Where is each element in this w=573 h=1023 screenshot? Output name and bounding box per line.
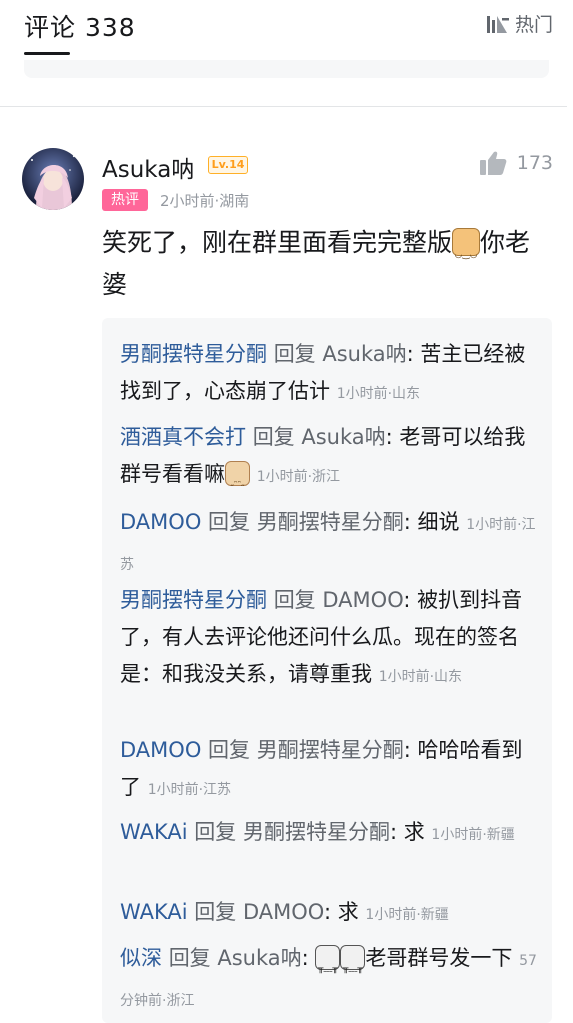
reply-word: 回复 xyxy=(208,738,251,762)
hot-comment-badge: 热评 xyxy=(102,189,148,211)
reply-target[interactable]: 男酮摆特星分酮 xyxy=(257,510,404,534)
crying-face-emoji xyxy=(315,945,341,988)
reply-target[interactable]: DAMOO xyxy=(243,900,324,924)
reply-username[interactable]: DAMOO xyxy=(120,738,201,762)
reply-username[interactable]: 男酮摆特星分酮 xyxy=(120,342,267,366)
level-badge: Lv.14 xyxy=(208,156,248,174)
reply-text: 老哥群号发一下 xyxy=(365,946,513,970)
tab-underline xyxy=(24,52,70,55)
sort-label: 热门 xyxy=(514,14,553,36)
reply-item[interactable]: 男酮摆特星分酮 回复 Asuka呐: 苦主已经被找到了，心态崩了估计 1小时前·… xyxy=(120,336,538,413)
reply-word: 回复 xyxy=(208,510,251,534)
reply-text: : 细说 xyxy=(403,510,460,534)
comment-text-1: 笑死了，刚在群里面看完完整版 xyxy=(102,228,453,257)
thumbs-up-icon xyxy=(479,151,507,175)
avatar[interactable] xyxy=(22,148,84,210)
reply-word: 回复 xyxy=(273,588,316,612)
previous-comment-edge xyxy=(24,60,549,78)
comment-username[interactable]: Asuka呐 xyxy=(102,150,194,184)
sort-bars-icon xyxy=(486,15,509,33)
reply-word: 回复 xyxy=(273,342,316,366)
reply-item[interactable]: WAKAi 回复 男酮摆特星分酮: 求 1小时前·新疆 xyxy=(120,814,538,854)
reply-text: : 求 xyxy=(389,820,425,844)
comment-meta: 2小时前·湖南 xyxy=(160,192,250,210)
reply-target[interactable]: DAMOO xyxy=(322,588,403,612)
reply-username[interactable]: 似深 xyxy=(120,946,162,970)
reply-meta: 1小时前·山东 xyxy=(336,386,421,402)
reply-meta: 1小时前·新疆 xyxy=(365,907,449,923)
comment-divider xyxy=(0,106,573,107)
reply-text: : 求 xyxy=(323,900,359,924)
reply-target[interactable]: Asuka呐 xyxy=(322,342,406,366)
screen-edge xyxy=(567,0,573,1023)
reply-target[interactable]: 男酮摆特星分酮 xyxy=(257,738,404,762)
reply-text-prefix: : xyxy=(301,946,309,970)
reply-item[interactable]: 酒酒真不会打 回复 Asuka呐: 老哥可以给我群号看看嘛 1小时前·浙江 xyxy=(120,419,538,504)
reply-word: 回复 xyxy=(194,900,237,924)
crying-face-emoji xyxy=(340,945,366,988)
reply-username[interactable]: DAMOO xyxy=(120,510,201,534)
comment-content: 笑死了，刚在群里面看完完整版你老婆 xyxy=(102,222,554,306)
comment-count-title: 评论 338 xyxy=(24,13,136,42)
like-count: 173 xyxy=(516,152,553,174)
reply-list: 男酮摆特星分酮 回复 Asuka呐: 苦主已经被找到了，心态崩了估计 1小时前·… xyxy=(102,318,552,1023)
reply-item[interactable]: DAMOO 回复 男酮摆特星分酮: 细说 1小时前·江苏 xyxy=(120,504,538,584)
reply-item[interactable]: WAKAi 回复 DAMOO: 求 1小时前·新疆 xyxy=(120,894,538,934)
reply-word: 回复 xyxy=(194,820,237,844)
cat-face-emoji xyxy=(452,228,481,276)
reply-target[interactable]: Asuka呐 xyxy=(217,946,301,970)
reply-meta: 1小时前·山东 xyxy=(378,669,463,685)
comment-header: 评论 338 热门 xyxy=(0,0,573,80)
reply-item[interactable]: 似深 回复 Asuka呐: 老哥群号发一下 57分钟前·浙江 xyxy=(120,940,538,1020)
reply-word: 回复 xyxy=(168,946,211,970)
reply-meta: 1小时前·浙江 xyxy=(256,469,341,485)
reply-word: 回复 xyxy=(252,425,295,449)
cow-face-emoji xyxy=(225,461,250,504)
reply-meta: 1小时前·江苏 xyxy=(147,782,232,798)
reply-item[interactable]: DAMOO 回复 男酮摆特星分酮: 哈哈哈看到了 1小时前·江苏 xyxy=(120,732,538,809)
reply-username[interactable]: WAKAi xyxy=(120,900,188,924)
sort-hot-button[interactable]: 热门 xyxy=(485,10,553,37)
reply-username[interactable]: 男酮摆特星分酮 xyxy=(120,588,267,612)
reply-username[interactable]: 酒酒真不会打 xyxy=(120,425,246,449)
reply-username[interactable]: WAKAi xyxy=(120,820,188,844)
like-button[interactable]: 173 xyxy=(479,150,553,176)
reply-target[interactable]: Asuka呐 xyxy=(301,425,385,449)
reply-meta: 1小时前·新疆 xyxy=(431,827,515,843)
reply-target[interactable]: 男酮摆特星分酮 xyxy=(243,820,390,844)
reply-item[interactable]: 男酮摆特星分酮 回复 DAMOO: 被扒到抖音了，有人去评论他还问什么瓜。现在的… xyxy=(120,582,538,696)
